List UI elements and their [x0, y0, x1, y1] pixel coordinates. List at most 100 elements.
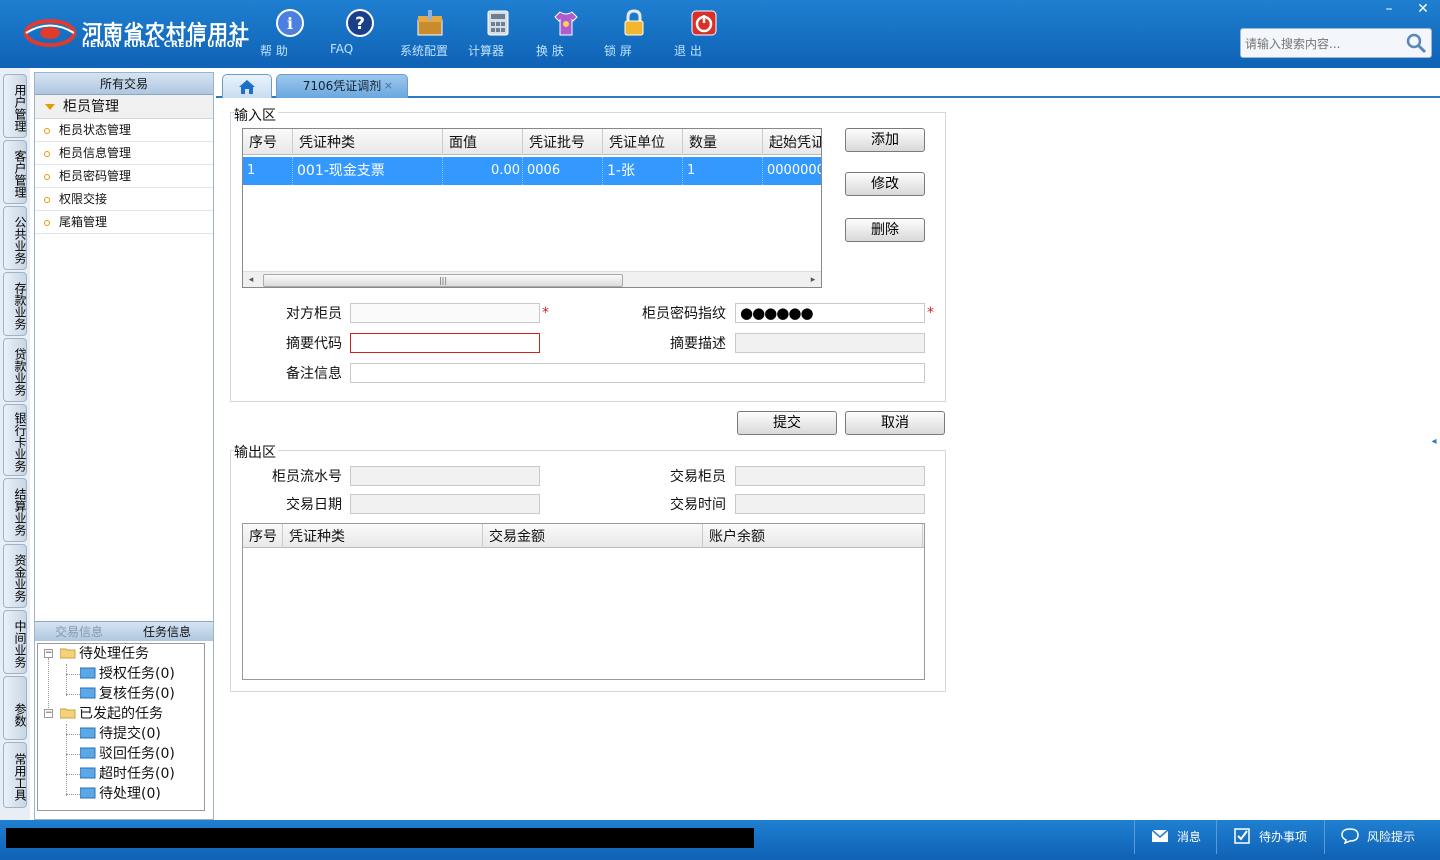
password-fingerprint-label: 柜员密码指纹 [642, 306, 726, 322]
summary-code-label: 摘要代码 [286, 336, 342, 352]
risk-button[interactable]: 风险提示 [1324, 820, 1440, 854]
calculator-button[interactable]: 计算器 [468, 8, 528, 62]
todo-label: 待办事项 [1259, 830, 1308, 844]
menu-item-teller-password[interactable]: 柜员密码管理 [35, 165, 213, 188]
close-tab-icon[interactable]: × [384, 75, 393, 97]
tree-node-label: 授权任务(0) [99, 666, 175, 682]
close-window-button[interactable]: ✕ [1406, 0, 1440, 18]
remark-field[interactable] [350, 363, 925, 383]
cell-face: 0.00 [443, 157, 523, 185]
exit-button[interactable]: 退 出 [674, 8, 734, 62]
settings-button[interactable]: 系统配置 [400, 8, 460, 62]
submit-button[interactable]: 提交 [737, 411, 837, 435]
window-controls: – ✕ [1372, 0, 1440, 20]
menu-item-label: 柜员信息管理 [59, 146, 132, 160]
vtab-tools[interactable]: 常用工具 [3, 742, 27, 808]
password-fingerprint-field[interactable]: ●●●●●● [735, 303, 925, 323]
search-input[interactable] [1245, 33, 1405, 55]
bullet-icon [44, 220, 50, 226]
output-area-legend: 输出区 [234, 442, 278, 462]
add-button[interactable]: 添加 [845, 128, 925, 152]
remark-label: 备注信息 [286, 366, 342, 382]
serial-field[interactable] [350, 466, 540, 486]
counter-teller-field[interactable] [350, 303, 540, 323]
summary-code-field[interactable] [350, 333, 540, 353]
vtab-intermediary[interactable]: 中间业务 [3, 610, 27, 674]
skin-button[interactable]: 换 肤 [536, 8, 596, 62]
date-field[interactable] [350, 494, 540, 514]
tab-home[interactable] [222, 74, 272, 98]
table-header: 序号 凭证种类 交易金额 账户余额 [243, 524, 924, 548]
collapse-icon[interactable]: − [44, 709, 53, 718]
tree-node-label: 复核任务(0) [99, 686, 175, 702]
date-label: 交易日期 [286, 497, 342, 513]
table-row[interactable]: 1 001-现金支票 0.00 0006 1-张 1 000000000 [243, 157, 821, 185]
cell-type: 001-现金支票 [293, 157, 443, 185]
required-mark: * [927, 305, 934, 321]
checkbox-icon [1234, 828, 1250, 844]
col-no: 序号 [243, 524, 283, 548]
input-area-legend: 输入区 [234, 105, 278, 125]
vtab-public-business[interactable]: 公共业务 [3, 206, 27, 270]
message-button[interactable]: 消息 [1134, 820, 1226, 854]
vtab-bank-card[interactable]: 银行卡业务 [3, 404, 27, 476]
vtab-customer-mgmt[interactable]: 客户管理 [3, 140, 27, 204]
menu-item-teller-info[interactable]: 柜员信息管理 [35, 142, 213, 165]
tree-node-review-task[interactable]: 复核任务(0) [80, 684, 175, 704]
bullet-icon [44, 197, 50, 203]
tab-transaction-info[interactable]: 交易信息 [35, 622, 123, 642]
vtab-loan[interactable]: 贷款业务 [3, 338, 27, 402]
menu-item-teller-status[interactable]: 柜员状态管理 [35, 119, 213, 142]
tab-task-info[interactable]: 任务信息 [123, 622, 211, 642]
minimize-button[interactable]: – [1372, 0, 1406, 18]
menu-item-cash-box[interactable]: 尾箱管理 [35, 211, 213, 234]
tree-node-timeout[interactable]: 超时任务(0) [80, 764, 175, 784]
tree-node-rejected[interactable]: 驳回任务(0) [80, 744, 175, 764]
tree-node-to-process[interactable]: 待处理(0) [80, 784, 161, 804]
calculator-label: 计算器 [468, 44, 505, 58]
faq-button[interactable]: ? FAQ [330, 8, 390, 62]
vtab-settlement[interactable]: 结算业务 [3, 478, 27, 542]
tab-voucher-adjust[interactable]: 7106凭证调剂 × [276, 74, 408, 98]
faq-icon: ? [346, 9, 374, 37]
help-button[interactable]: i 帮 助 [260, 8, 320, 62]
group-teller-mgmt[interactable]: 柜员管理 [35, 95, 213, 119]
required-mark: * [542, 305, 549, 321]
table-header: 序号 凭证种类 面值 凭证批号 凭证单位 数量 起始凭证 [243, 129, 821, 155]
menu-item-label: 权限交接 [59, 192, 108, 206]
vtab-deposit[interactable]: 存款业务 [3, 272, 27, 336]
vtab-params[interactable]: 参数 [3, 676, 27, 740]
cell-batch: 0006 [523, 157, 603, 185]
search-icon[interactable] [1405, 32, 1427, 54]
todo-button[interactable]: 待办事项 [1216, 820, 1324, 854]
tree-node-auth-task[interactable]: 授权任务(0) [80, 664, 175, 684]
tree-node-initiated[interactable]: − 已发起的任务 [44, 704, 163, 724]
status-message-area [6, 828, 754, 848]
lock-button[interactable]: 锁 屏 [604, 8, 664, 62]
logo: 河南省农村信用社 HENAN RURAL CREDIT UNION [24, 14, 249, 54]
cancel-button[interactable]: 取消 [845, 411, 945, 435]
risk-label: 风险提示 [1367, 830, 1416, 844]
vtab-funds[interactable]: 资金业务 [3, 544, 27, 608]
horizontal-scrollbar[interactable]: ◂ ||| ▸ [243, 271, 821, 287]
delete-button[interactable]: 删除 [845, 218, 925, 242]
mail-icon [1151, 829, 1169, 842]
logo-text-en: HENAN RURAL CREDIT UNION [82, 40, 243, 50]
scroll-thumb[interactable]: ||| [263, 274, 623, 287]
teller-field[interactable] [735, 466, 925, 486]
tree-node-pending[interactable]: − 待处理任务 [44, 644, 149, 664]
col-face: 面值 [443, 129, 523, 155]
edit-button[interactable]: 修改 [845, 172, 925, 196]
time-field[interactable] [735, 494, 925, 514]
scroll-right-icon[interactable]: ▸ [805, 272, 821, 287]
tree-node-to-submit[interactable]: 待提交(0) [80, 724, 161, 744]
help-label: 帮 助 [260, 44, 288, 58]
collapse-panel-icon[interactable]: ◂ [1428, 424, 1440, 460]
search-box [1240, 28, 1432, 58]
menu-item-permission-handover[interactable]: 权限交接 [35, 188, 213, 211]
vtab-user-mgmt[interactable]: 用户管理 [3, 74, 27, 138]
scroll-left-icon[interactable]: ◂ [243, 272, 259, 287]
summary-desc-field[interactable] [735, 333, 925, 353]
collapse-icon[interactable]: − [44, 649, 53, 658]
status-bar: 消息 待办事项 风险提示 [0, 820, 1440, 860]
